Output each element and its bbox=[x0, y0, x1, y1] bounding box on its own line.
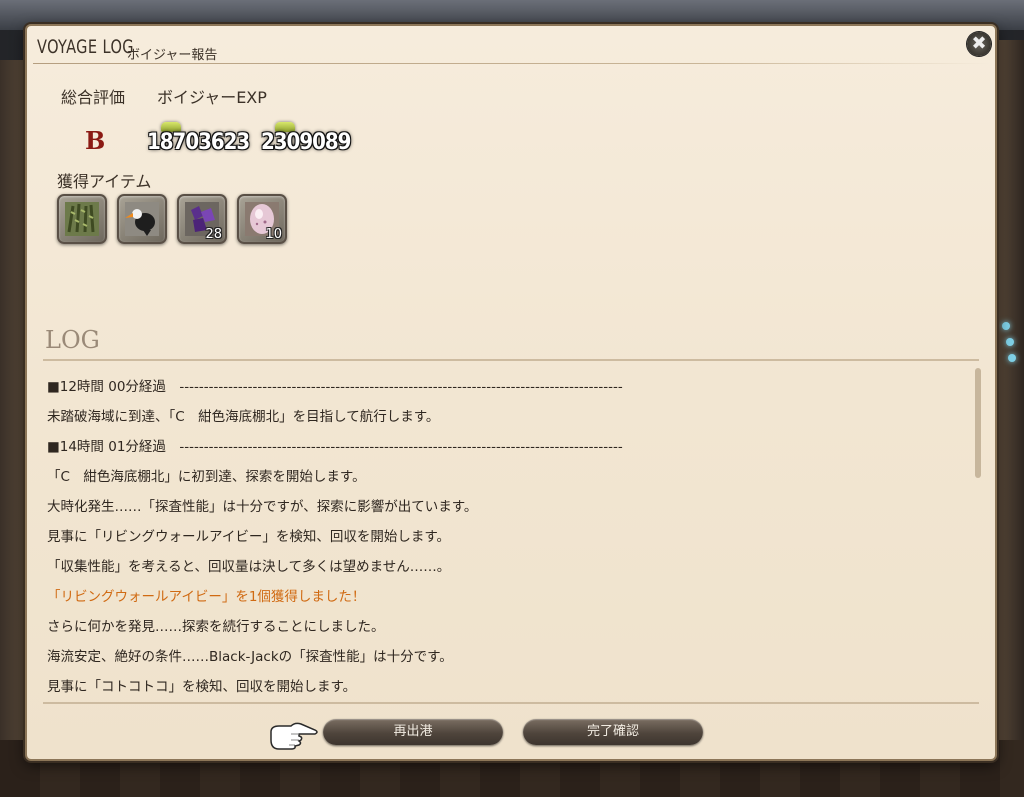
log-line: ■14時間 01分経過 ----------------------------… bbox=[47, 439, 623, 455]
hand-pointer-icon bbox=[270, 722, 318, 750]
rating-label: 総合評価 bbox=[61, 88, 126, 107]
window-title: VOYAGE LOG bbox=[37, 36, 134, 58]
log-scrollbar[interactable] bbox=[975, 368, 981, 700]
log-list[interactable]: ■12時間 00分経過 ----------------------------… bbox=[47, 372, 967, 702]
redeploy-button[interactable]: 再出港 bbox=[323, 719, 503, 745]
window-subtitle: ボイジャー報告 bbox=[127, 48, 218, 63]
acquired-items-label: 獲得アイテム bbox=[57, 172, 152, 191]
background-light bbox=[1008, 354, 1016, 362]
rating-value: B bbox=[85, 126, 106, 155]
toucan-icon bbox=[125, 202, 159, 236]
close-button[interactable]: ✖ bbox=[967, 32, 991, 56]
item-slot-pearl[interactable]: 10 bbox=[237, 194, 287, 244]
title-divider bbox=[33, 63, 989, 64]
log-line: 大時化発生……「探査性能」は十分ですが、探索に影響が出ています。 bbox=[47, 499, 478, 515]
item-quantity: 10 bbox=[265, 227, 282, 242]
item-quantity: 28 bbox=[205, 227, 222, 242]
item-slot-purple-crystal[interactable]: 28 bbox=[177, 194, 227, 244]
log-line-highlight: 「リビングウォールアイビー」を1個獲得しました！ bbox=[47, 589, 366, 605]
log-title: LOG bbox=[45, 326, 100, 354]
log-divider bbox=[43, 359, 979, 361]
close-icon: ✖ bbox=[971, 33, 987, 54]
log-scrollbar-thumb[interactable] bbox=[975, 368, 981, 478]
item-slot-ivy[interactable] bbox=[57, 194, 107, 244]
log-line: 未踏破海域に到達、「C 紺色海底棚北」を目指して航行します。 bbox=[47, 409, 440, 425]
background-light bbox=[1002, 322, 1010, 330]
background-right-wall bbox=[998, 40, 1024, 760]
log-line: 「収集性能」を考えると、回収量は決して多くは望めません……。 bbox=[47, 559, 451, 575]
title-bar[interactable]: VOYAGE LOG ボイジャー報告 ✖ bbox=[27, 26, 995, 64]
exp-label: ボイジャーEXP bbox=[157, 88, 267, 107]
log-line: 見事に「リビングウォールアイビー」を検知、回収を開始します。 bbox=[47, 529, 450, 545]
log-line: 見事に「コトコトコ」を検知、回収を開始します。 bbox=[47, 679, 357, 695]
exp-value-2: 2309089 bbox=[261, 130, 351, 155]
log-line: 海流安定、絶好の条件……Black-Jackの「探査性能」は十分です。 bbox=[47, 649, 453, 665]
item-slot-toucan[interactable] bbox=[117, 194, 167, 244]
background-left-wall bbox=[0, 60, 28, 760]
log-line: 「C 紺色海底棚北」に初到達、探索を開始します。 bbox=[47, 469, 366, 485]
voyage-log-window: VOYAGE LOG ボイジャー報告 ✖ 総合評価 ボイジャーEXP B 187… bbox=[25, 24, 997, 761]
exp-value-1: 18703623 bbox=[147, 130, 250, 155]
log-line: ■12時間 00分経過 ----------------------------… bbox=[47, 379, 623, 395]
background-light bbox=[1006, 338, 1014, 346]
bottom-divider bbox=[43, 702, 979, 704]
log-line: さらに何かを発見……探索を続行することにしました。 bbox=[47, 619, 385, 635]
ivy-icon bbox=[65, 202, 99, 236]
finalize-button[interactable]: 完了確認 bbox=[523, 719, 703, 745]
